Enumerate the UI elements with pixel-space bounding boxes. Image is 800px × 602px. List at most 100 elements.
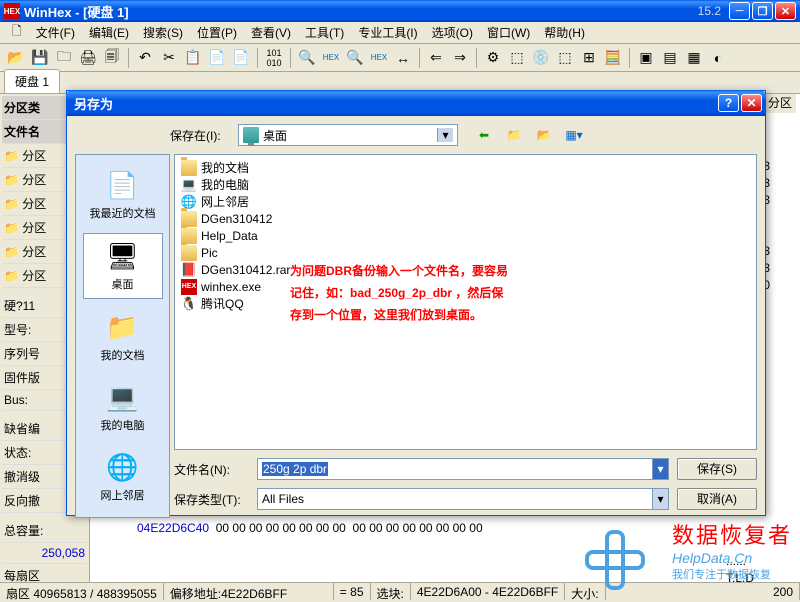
watermark-url: HelpData.Cn [672, 550, 792, 566]
cut-icon[interactable]: ✂ [159, 48, 179, 68]
savein-label: 保存在(I): [170, 127, 230, 144]
network-icon: 🌐 [107, 451, 139, 483]
status-sel: 选块: [371, 583, 411, 600]
binary-icon[interactable]: 101010 [264, 48, 284, 68]
app-menu-icon[interactable]: 🗋 [6, 20, 28, 45]
desktop-icon: 🖥 [107, 240, 139, 272]
chevron-down-icon[interactable]: ▾ [652, 489, 668, 509]
tool5-icon[interactable]: ⊞ [579, 48, 599, 68]
savein-value: 桌面 [263, 127, 287, 144]
calc-icon[interactable]: 🧮 [603, 48, 623, 68]
file-list[interactable]: 我的文档 💻我的电脑 🌐网上邻居 DGen310412 Help_Data Pi… [174, 154, 757, 450]
tool1-icon[interactable]: ⚙ [483, 48, 503, 68]
findhex-icon[interactable]: HEX [321, 48, 341, 68]
place-desktop[interactable]: 🖥 桌面 [83, 233, 163, 299]
cancel-button[interactable]: 取消(A) [677, 488, 757, 510]
place-recent[interactable]: 📄 我最近的文档 [83, 163, 163, 227]
view-menu-icon[interactable]: ▦▾ [564, 125, 584, 145]
menu-options[interactable]: 选项(O) [426, 22, 479, 43]
tool3-icon[interactable]: 💿 [531, 48, 551, 68]
save-icon[interactable]: 💾 [30, 48, 50, 68]
maximize-button[interactable]: ❐ [752, 2, 773, 20]
place-mycomputer[interactable]: 💻 我的电脑 [83, 375, 163, 439]
list-item[interactable]: DGen310412 [179, 210, 752, 227]
close-button[interactable]: ✕ [775, 2, 796, 20]
nav-back-icon[interactable]: ⬅ [474, 125, 494, 145]
paste-icon[interactable]: 📄 [207, 48, 227, 68]
filename-input[interactable]: 250g 2p dbr ▾ [257, 458, 669, 480]
app-icon: HEX [4, 3, 20, 19]
dialog-help-button[interactable]: ? [718, 94, 739, 112]
chevron-down-icon[interactable]: ▾ [437, 128, 453, 142]
list-item[interactable]: 💻我的电脑 [179, 176, 752, 193]
tab-disk1[interactable]: 硬盘 1 [4, 69, 60, 93]
total-label: 总容量: [2, 519, 87, 543]
dialog-close-button[interactable]: ✕ [741, 94, 762, 112]
menu-tools[interactable]: 工具(T) [299, 22, 350, 43]
nav-up-icon[interactable]: 📁 [504, 125, 524, 145]
menu-protools[interactable]: 专业工具(I) [352, 22, 423, 43]
new-folder-icon[interactable]: 📂 [534, 125, 554, 145]
menu-help[interactable]: 帮助(H) [538, 22, 591, 43]
desktop-icon [243, 127, 259, 143]
folder-icon [181, 245, 197, 261]
filetype-combo[interactable]: All Files ▾ [257, 488, 669, 510]
watermark-text: 数据恢复者 HelpData.Cn 我们专注于数据恢复 [672, 518, 792, 582]
replacehex-icon[interactable]: HEX [369, 48, 389, 68]
paste2-icon[interactable]: 📄 [231, 48, 251, 68]
menu-edit[interactable]: 编辑(E) [83, 22, 135, 43]
folder-icon [181, 160, 197, 176]
annotation-text: 为问题DBR备份输入一个文件名，要容易 记住，如：bad_250g_2p_dbr… [290, 260, 508, 326]
statusbar: 扇区 40965813 / 488395055 偏移地址:4E22D6BFF =… [0, 582, 800, 600]
replace-icon[interactable]: 🔍 [345, 48, 365, 68]
menu-search[interactable]: 搜索(S) [137, 22, 189, 43]
print-icon[interactable]: 🖨 [78, 48, 98, 68]
open-icon[interactable]: 📂 [6, 48, 26, 68]
list-item[interactable]: Help_Data [179, 227, 752, 244]
computer-icon: 💻 [107, 381, 139, 413]
toolbar: 📂 💾 🗀 🖨 🗐 ↶ ✂ 📋 📄 📄 101010 🔍 HEX 🔍 HEX ↔… [0, 44, 800, 72]
folder-icon[interactable]: 🗀 [54, 48, 74, 68]
back-icon[interactable]: ⇐ [426, 48, 446, 68]
menu-window[interactable]: 窗口(W) [481, 22, 536, 43]
persector-label: 每扇区 [2, 564, 87, 584]
tool8-icon[interactable]: ▦ [684, 48, 704, 68]
menu-position[interactable]: 位置(P) [191, 22, 243, 43]
place-mydocs[interactable]: 📁 我的文档 [83, 305, 163, 369]
rar-icon: 📕 [181, 262, 197, 278]
exe-icon: HEX [181, 279, 197, 295]
place-network[interactable]: 🌐 网上邻居 [83, 445, 163, 509]
undo-icon[interactable]: ↶ [135, 48, 155, 68]
chevron-down-icon[interactable]: ▾ [652, 459, 668, 479]
titlebar: HEX WinHex - [硬盘 1] 15.2 ─ ❐ ✕ [0, 0, 800, 22]
list-item[interactable]: Pic [179, 244, 752, 261]
find-icon[interactable]: 🔍 [297, 48, 317, 68]
list-item[interactable]: 我的文档 [179, 159, 752, 176]
version-label: 15.2 [698, 4, 721, 18]
watermark-slogan: 我们专注于数据恢复 [672, 566, 792, 582]
tool6-icon[interactable]: ▣ [636, 48, 656, 68]
places-bar: 📄 我最近的文档 🖥 桌面 📁 我的文档 💻 我的电脑 🌐 网上邻 [75, 154, 170, 518]
mydocs-icon: 📁 [107, 311, 139, 343]
tool2-icon[interactable]: ⬚ [507, 48, 527, 68]
save-as-dialog: 另存为 ? ✕ 保存在(I): 桌面 ▾ ⬅ 📁 📂 ▦▾ 📄 我最近的文档 [66, 90, 766, 516]
list-item[interactable]: 🌐网上邻居 [179, 193, 752, 210]
filetype-label: 保存类型(T): [174, 491, 249, 508]
dialog-title: 另存为 [70, 94, 718, 113]
tool9-icon[interactable]: ◐ [708, 48, 728, 68]
tool4-icon[interactable]: ⬚ [555, 48, 575, 68]
status-eq: = 85 [334, 583, 371, 600]
menu-view[interactable]: 查看(V) [245, 22, 297, 43]
forward-icon[interactable]: ⇒ [450, 48, 470, 68]
dialog-titlebar: 另存为 ? ✕ [66, 90, 766, 116]
qq-icon: 🐧 [181, 296, 197, 312]
savein-combo[interactable]: 桌面 ▾ [238, 124, 458, 146]
properties-icon[interactable]: 🗐 [102, 48, 122, 68]
save-button[interactable]: 保存(S) [677, 458, 757, 480]
copy-icon[interactable]: 📋 [183, 48, 203, 68]
minimize-button[interactable]: ─ [729, 2, 750, 20]
goto-icon[interactable]: ↔ [393, 48, 413, 68]
tool7-icon[interactable]: ▤ [660, 48, 680, 68]
status-range: 4E22D6A00 - 4E22D6BFF [411, 583, 565, 600]
menu-file[interactable]: 文件(F) [30, 22, 81, 43]
